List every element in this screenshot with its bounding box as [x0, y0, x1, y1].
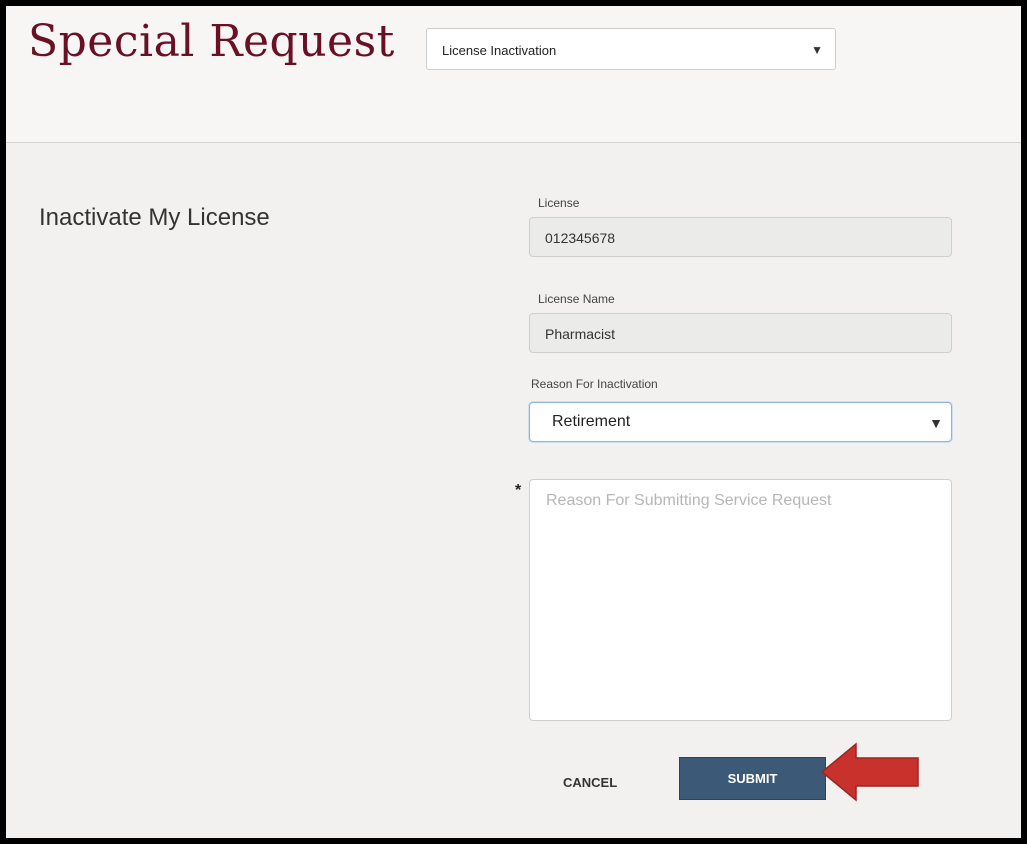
- arrow-left-icon: [820, 742, 919, 802]
- page-header: Special Request License Inactivation ▼: [6, 6, 1021, 143]
- cancel-button[interactable]: CANCEL: [563, 775, 617, 790]
- license-name-field: Pharmacist: [529, 313, 952, 353]
- service-request-reason-textarea[interactable]: [529, 479, 952, 721]
- app-frame: Special Request License Inactivation ▼ I…: [6, 6, 1021, 838]
- request-type-select[interactable]: License Inactivation ▼: [426, 28, 836, 70]
- request-type-value: License Inactivation: [442, 43, 557, 58]
- license-field: 012345678: [529, 217, 952, 257]
- reason-for-inactivation-select[interactable]: Retirement ▼: [529, 402, 952, 442]
- license-name-value: Pharmacist: [545, 326, 616, 342]
- chevron-down-icon: ▼: [929, 415, 943, 431]
- reason-for-inactivation-label: Reason For Inactivation: [531, 377, 658, 391]
- license-name-label: License Name: [538, 292, 615, 306]
- reason-for-inactivation-value: Retirement: [552, 413, 631, 430]
- license-label: License: [538, 196, 580, 210]
- license-value: 012345678: [545, 230, 616, 246]
- section-title: Inactivate My License: [39, 204, 270, 231]
- chevron-down-icon: ▼: [811, 43, 823, 57]
- page-title: Special Request: [28, 16, 395, 67]
- required-marker: *: [515, 482, 522, 499]
- submit-button[interactable]: SUBMIT: [679, 757, 826, 800]
